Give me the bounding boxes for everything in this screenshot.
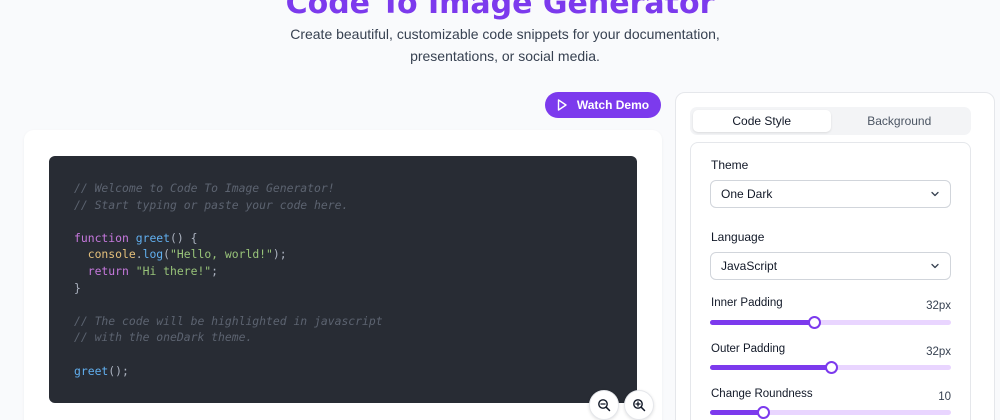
theme-select[interactable]: One Dark	[710, 180, 951, 208]
roundness-slider[interactable]	[710, 406, 951, 419]
roundness-label: Change Roundness	[711, 388, 813, 400]
code-token: return	[87, 263, 129, 278]
page-subtitle: Create beautiful, customizable code snip…	[290, 26, 720, 64]
inner-padding-thumb[interactable]	[808, 316, 821, 329]
language-select[interactable]: JavaScript	[710, 252, 951, 280]
code-token: "Hi there!"	[135, 263, 212, 278]
code-token: }	[74, 280, 81, 295]
code-token: greet	[74, 363, 109, 378]
code-token: log	[142, 247, 164, 262]
code-line: function greet() {	[74, 230, 612, 247]
code-token: .	[135, 247, 143, 262]
code-token: // Welcome to Code To Image Generator!	[74, 181, 335, 195]
inner-padding-slider[interactable]	[710, 316, 951, 329]
code-token: greet	[135, 230, 171, 245]
outer-padding-fill	[710, 365, 831, 370]
code-line: console.log("Hello, world!");	[74, 246, 612, 263]
watch-demo-label: Watch Demo	[576, 98, 650, 112]
inner-padding-value: 32px	[926, 300, 951, 312]
code-line: // with the oneDark theme.	[74, 329, 612, 346]
code-line: }	[74, 280, 612, 297]
outer-padding-slider[interactable]	[710, 361, 951, 374]
zoom-in-icon	[633, 399, 646, 412]
code-token: ();	[108, 363, 129, 378]
outer-padding-thumb[interactable]	[825, 361, 838, 374]
inner-padding-label: Inner Padding	[711, 297, 783, 309]
language-select-value: JavaScript	[721, 259, 778, 273]
theme-label: Theme	[711, 158, 749, 172]
code-token: () {	[170, 230, 198, 245]
code-line: // Start typing or paste your code here.	[74, 197, 612, 214]
roundness-value: 10	[938, 391, 951, 403]
settings-tabs: Code Style Background	[690, 107, 971, 135]
code-line: return "Hi there!";	[74, 263, 612, 280]
tab-background[interactable]: Background	[831, 110, 969, 132]
code-line: // The code will be highlighted in javas…	[74, 313, 612, 330]
language-label: Language	[711, 230, 765, 244]
roundness-fill	[710, 410, 763, 415]
play-icon	[557, 99, 567, 111]
code-token: // with the oneDark theme.	[74, 330, 253, 345]
page-title: Code To Image Generator	[285, 0, 715, 21]
chevron-down-icon	[931, 263, 939, 269]
code-token: (	[163, 247, 171, 262]
roundness-thumb[interactable]	[757, 406, 770, 419]
code-token: function	[74, 230, 129, 245]
zoom-out-button[interactable]	[589, 390, 619, 420]
code-line: // Welcome to Code To Image Generator!	[74, 180, 612, 197]
outer-padding-value: 32px	[926, 346, 951, 358]
zoom-in-button[interactable]	[624, 390, 654, 420]
outer-padding-label: Outer Padding	[711, 343, 786, 355]
code-token: // The code will be highlighted in javas…	[74, 313, 383, 328]
inner-padding-fill	[710, 320, 814, 325]
code-editor[interactable]: // Welcome to Code To Image Generator! //…	[49, 156, 637, 403]
code-token: "Hello, world!"	[170, 247, 273, 262]
watch-demo-button[interactable]: Watch Demo	[545, 92, 661, 118]
zoom-out-icon	[598, 399, 611, 412]
code-line: greet();	[74, 363, 612, 380]
code-token: // Start typing or paste your code here.	[74, 197, 349, 212]
code-token: ;	[211, 263, 219, 278]
chevron-down-icon	[931, 191, 939, 197]
theme-select-value: One Dark	[721, 187, 773, 201]
tab-code-style[interactable]: Code Style	[693, 110, 831, 132]
code-token: );	[272, 247, 287, 262]
code-token: console	[87, 247, 136, 262]
